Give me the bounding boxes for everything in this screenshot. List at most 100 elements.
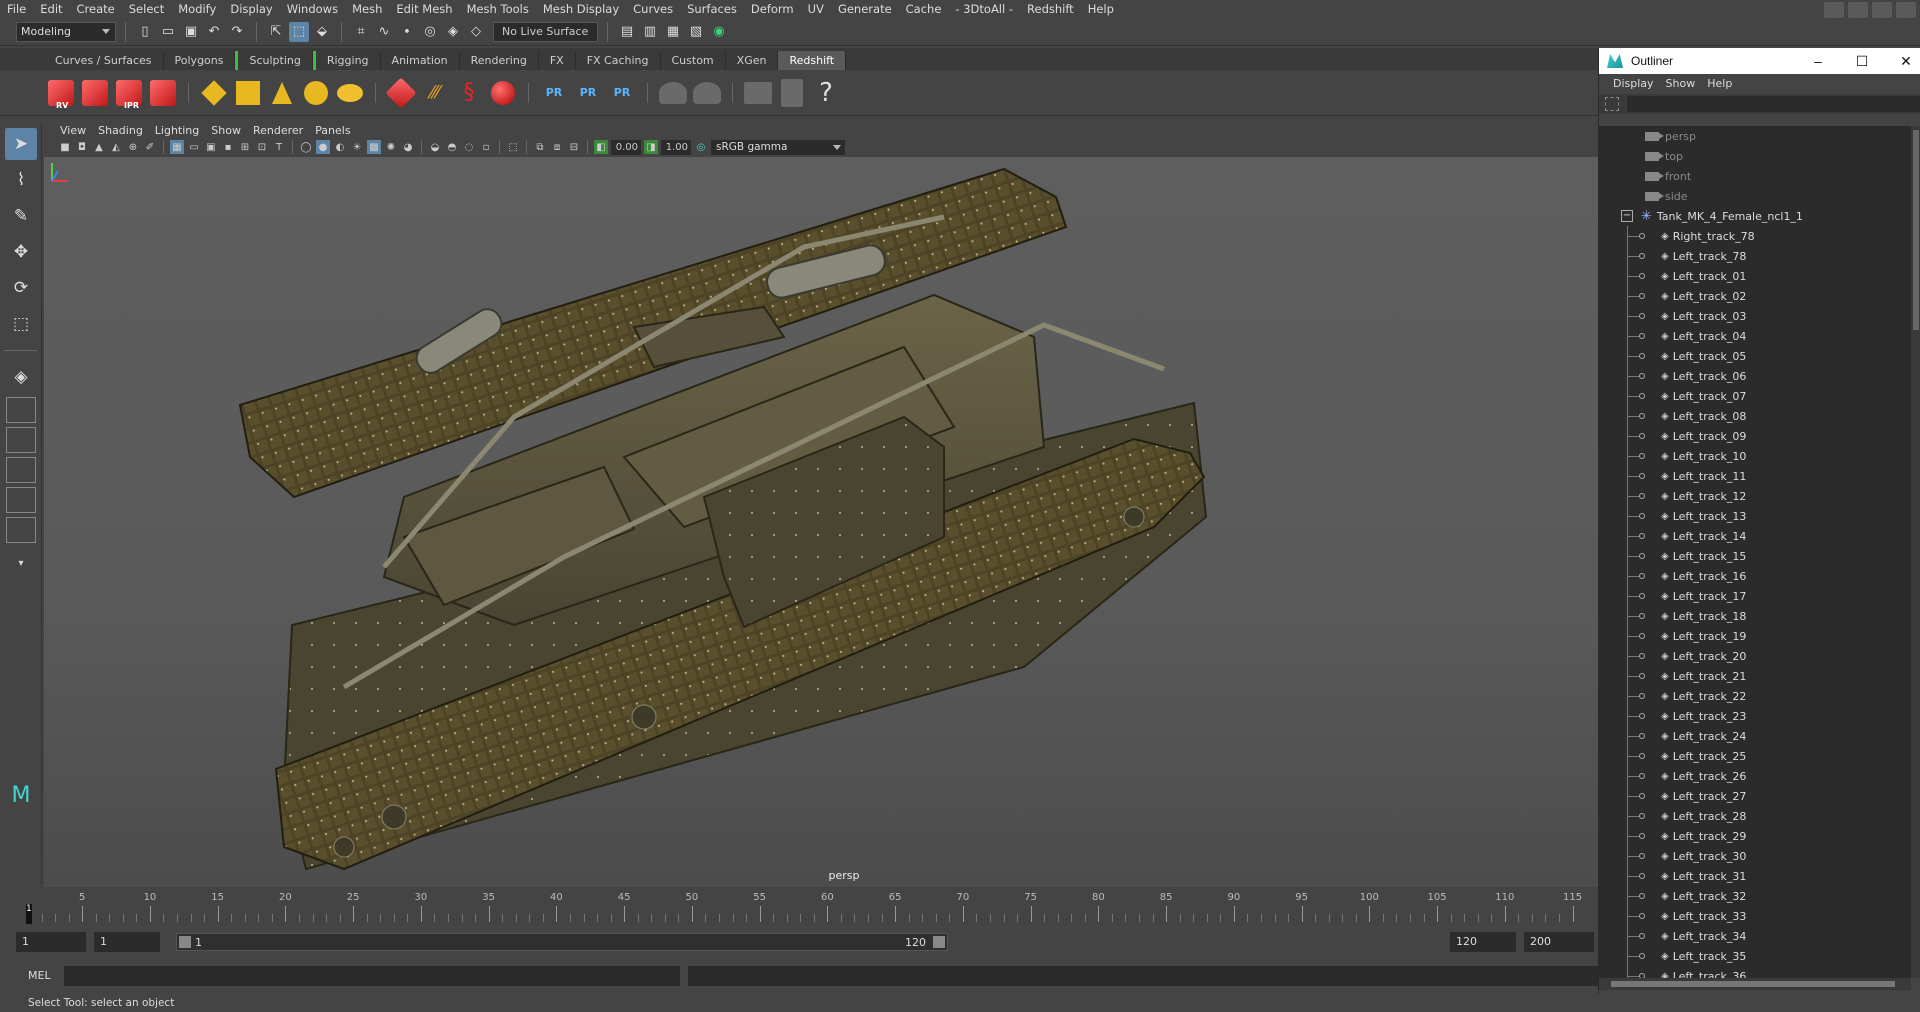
redshift-render-icon[interactable]	[80, 76, 110, 110]
scroll-thumb[interactable]	[1611, 981, 1895, 987]
snap-surface-icon[interactable]: ◈	[443, 22, 463, 42]
outliner-search-input[interactable]	[1627, 96, 1920, 112]
redshift-ipr-icon[interactable]: IPR	[114, 76, 144, 110]
panel-menu-show[interactable]: Show	[205, 124, 247, 137]
collapse-icon[interactable]: −	[1621, 210, 1633, 222]
outliner-mesh-item[interactable]: ◈ Left_track_17	[1599, 586, 1911, 606]
shelf-tab-redshift[interactable]: Redshift	[778, 51, 847, 70]
2d-pan-zoom-icon[interactable]: ⊕	[126, 140, 140, 154]
minimize-icon[interactable]: –	[1808, 51, 1828, 71]
outliner-horizontal-scrollbar[interactable]	[1599, 978, 1911, 990]
menu-item-mesh[interactable]: Mesh	[345, 0, 389, 18]
outliner-mesh-item[interactable]: ◈ Left_track_01	[1599, 266, 1911, 286]
outliner-vertical-scrollbar[interactable]	[1911, 126, 1920, 978]
isolate-select-icon[interactable]: ⬚	[506, 140, 520, 154]
close-icon[interactable]: ✕	[1896, 51, 1916, 71]
outliner-mesh-item[interactable]: ◈ Left_track_03	[1599, 306, 1911, 326]
menu-set-dropdown[interactable]: Modeling	[16, 21, 116, 42]
menu-item-deform[interactable]: Deform	[744, 0, 801, 18]
outliner-mesh-item[interactable]: ◈ Left_track_28	[1599, 806, 1911, 826]
shelf-tab-polygons[interactable]: Polygons	[164, 51, 236, 70]
outliner-camera-item[interactable]: persp	[1599, 126, 1911, 146]
area-light-icon[interactable]	[199, 76, 229, 110]
proxy-icon[interactable]	[385, 76, 417, 110]
smooth-shade-icon[interactable]: ●	[316, 140, 330, 154]
menu-item-redshift[interactable]: Redshift	[1020, 0, 1081, 18]
redshift-settings-icon[interactable]	[148, 76, 178, 110]
time-slider[interactable]: 5 10 15 20 25 30 35 40 45 50 55 60 65 70 75 80 85 90 95 100…	[0, 888, 1598, 924]
hair-icon[interactable]: ⁄⁄⁄	[420, 76, 450, 110]
select-object-icon[interactable]: ⬚	[289, 21, 309, 42]
spot-light-icon[interactable]	[267, 76, 297, 110]
outliner-mesh-item[interactable]: ◈ Left_track_26	[1599, 766, 1911, 786]
shelf-tab-rendering[interactable]: Rendering	[460, 51, 539, 70]
outliner-mesh-item[interactable]: ◈ Left_track_29	[1599, 826, 1911, 846]
hypershade-icon[interactable]: ◉	[709, 22, 729, 42]
start-time-field[interactable]: 1	[16, 932, 86, 952]
scale-tool-icon[interactable]: ⬚	[5, 308, 37, 340]
help-icon[interactable]: ?	[811, 76, 841, 110]
playback-start-field[interactable]: 1	[94, 932, 160, 952]
outliner-list[interactable]: persp top front side − ✳ Tank_MK_4_Female_ncl1…	[1599, 126, 1911, 978]
save-scene-icon[interactable]: ▣	[181, 22, 201, 42]
ambient-occlusion-icon[interactable]: ◌	[462, 140, 476, 154]
panel-menu-panels[interactable]: Panels	[309, 124, 356, 137]
outliner-menu-help[interactable]: Help	[1701, 77, 1738, 90]
pr-export-icon[interactable]: PR	[539, 76, 569, 110]
outliner-mesh-item[interactable]: ◈ Left_track_10	[1599, 446, 1911, 466]
hud-icon[interactable]: ⊟	[567, 140, 581, 154]
live-surface-field[interactable]: No Live Surface	[493, 21, 598, 42]
range-start-handle[interactable]	[179, 936, 191, 948]
move-tool-icon[interactable]: ✥	[5, 236, 37, 268]
image-plane-icon[interactable]: ◭	[109, 140, 123, 154]
select-hierarchy-icon[interactable]: ⇱	[266, 22, 286, 42]
snap-live-icon[interactable]: ◇	[466, 22, 486, 42]
shelf-tab-fx-caching[interactable]: FX Caching	[576, 51, 661, 70]
new-scene-icon[interactable]: ▯	[135, 22, 155, 42]
teapot-icon[interactable]	[658, 76, 688, 110]
outliner-mesh-item[interactable]: ◈ Left_track_31	[1599, 866, 1911, 886]
tank-model[interactable]	[44, 157, 1598, 887]
outliner-mesh-item[interactable]: ◈ Left_track_07	[1599, 386, 1911, 406]
open-scene-icon[interactable]: ▭	[158, 22, 178, 42]
maximize-icon[interactable]: ☐	[1852, 51, 1872, 71]
outliner-mesh-item[interactable]: ◈ Left_track_06	[1599, 366, 1911, 386]
redshift-render-view-icon[interactable]: RV	[46, 76, 76, 110]
outliner-mesh-item[interactable]: ◈ Left_track_30	[1599, 846, 1911, 866]
outliner-camera-item[interactable]: side	[1599, 186, 1911, 206]
four-view-layout-icon[interactable]	[6, 397, 36, 423]
outliner-mesh-item[interactable]: ◈ Left_track_34	[1599, 926, 1911, 946]
pr-import-icon[interactable]: PR	[573, 76, 603, 110]
snap-view-icon[interactable]: ◎	[420, 22, 440, 42]
select-tool-icon[interactable]: ➤	[5, 128, 37, 160]
outliner-mesh-item[interactable]: ◈ Left_track_16	[1599, 566, 1911, 586]
menu-item-generate[interactable]: Generate	[831, 0, 899, 18]
outliner-group-item[interactable]: − ✳ Tank_MK_4_Female_ncl1_1	[1599, 206, 1911, 226]
menu-item-select[interactable]: Select	[122, 0, 171, 18]
menu-item-windows[interactable]: Windows	[280, 0, 345, 18]
outliner-camera-item[interactable]: front	[1599, 166, 1911, 186]
outliner-mesh-item[interactable]: ◈ Left_track_19	[1599, 626, 1911, 646]
select-component-icon[interactable]: ⬙	[312, 22, 332, 42]
outliner-camera-item[interactable]: top	[1599, 146, 1911, 166]
hypershade-layout-icon[interactable]	[6, 517, 36, 543]
outliner-mesh-item[interactable]: ◈ Left_track_25	[1599, 746, 1911, 766]
playback-end-field[interactable]: 120	[1450, 932, 1516, 952]
gamma-icon[interactable]: ◨	[644, 140, 658, 154]
outliner-mesh-item[interactable]: ◈ Left_track_22	[1599, 686, 1911, 706]
shelf-tab-custom[interactable]: Custom	[661, 51, 726, 70]
snap-point-icon[interactable]: ∙	[397, 22, 417, 42]
outliner-mesh-item[interactable]: ◈ Left_track_15	[1599, 546, 1911, 566]
grease-pencil-icon[interactable]: ✐	[143, 140, 157, 154]
channel-box-icon[interactable]	[1872, 2, 1892, 18]
film-gate-icon[interactable]: ▭	[187, 140, 201, 154]
shelf-tab-curves-surfaces[interactable]: Curves / Surfaces	[44, 51, 164, 70]
menu-item-create[interactable]: Create	[70, 0, 122, 18]
end-time-field[interactable]: 200	[1524, 932, 1594, 952]
more-layouts-icon[interactable]: ▾	[5, 547, 37, 579]
workspace-icon[interactable]	[1824, 2, 1844, 18]
outliner-mesh-item[interactable]: ◈ Left_track_35	[1599, 946, 1911, 966]
gate-mask-icon[interactable]: ▪	[221, 140, 235, 154]
outliner-mesh-item[interactable]: ◈ Left_track_11	[1599, 466, 1911, 486]
outliner-mesh-item[interactable]: ◈ Left_track_32	[1599, 886, 1911, 906]
